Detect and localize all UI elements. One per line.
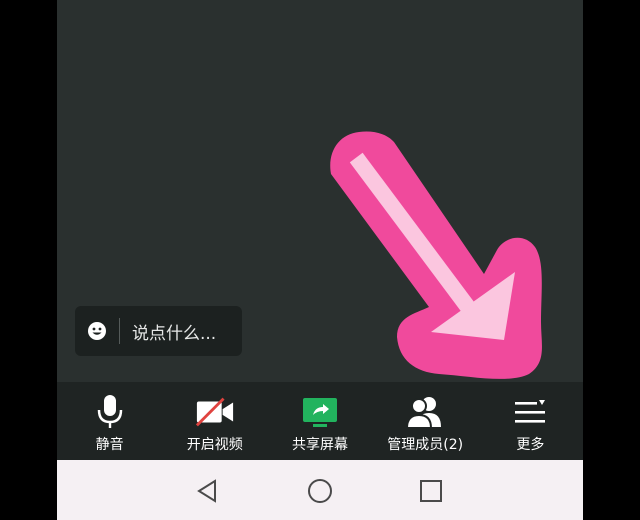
chat-placeholder: 说点什么... [132, 323, 217, 344]
manage-members-label: 管理成员(2) [387, 437, 464, 453]
share-screen-button[interactable]: 共享屏幕 [267, 382, 372, 460]
share-screen-label: 共享屏幕 [292, 437, 348, 453]
start-video-button[interactable]: 开启视频 [162, 382, 267, 460]
back-icon [197, 479, 216, 503]
system-nav-bar [57, 460, 583, 520]
emoji-button[interactable] [75, 306, 119, 356]
meeting-screen: 说点什么... 静音 开启视频 共享屏幕 管理成员(2) 更多 [57, 0, 583, 520]
microphone-icon [97, 395, 122, 428]
more-menu-icon [515, 400, 546, 423]
recents-icon [420, 480, 442, 502]
meeting-toolbar: 静音 开启视频 共享屏幕 管理成员(2) 更多 [57, 382, 583, 460]
emoji-icon [88, 322, 106, 340]
home-icon [308, 479, 332, 503]
start-video-label: 开启视频 [186, 437, 243, 453]
mute-label: 静音 [95, 437, 124, 453]
right-black-border [583, 0, 640, 520]
members-icon [406, 397, 442, 429]
nav-back-button[interactable] [194, 478, 220, 504]
share-screen-icon [303, 398, 337, 427]
nav-recents-button[interactable] [418, 478, 444, 504]
mute-button[interactable]: 静音 [57, 382, 162, 460]
more-button[interactable]: 更多 [478, 382, 583, 460]
left-black-border [0, 0, 57, 520]
manage-members-button[interactable]: 管理成员(2) [373, 382, 478, 460]
nav-home-button[interactable] [307, 478, 333, 504]
chat-input[interactable]: 说点什么... [75, 306, 242, 356]
more-label: 更多 [516, 437, 545, 453]
video-off-icon [195, 397, 233, 427]
